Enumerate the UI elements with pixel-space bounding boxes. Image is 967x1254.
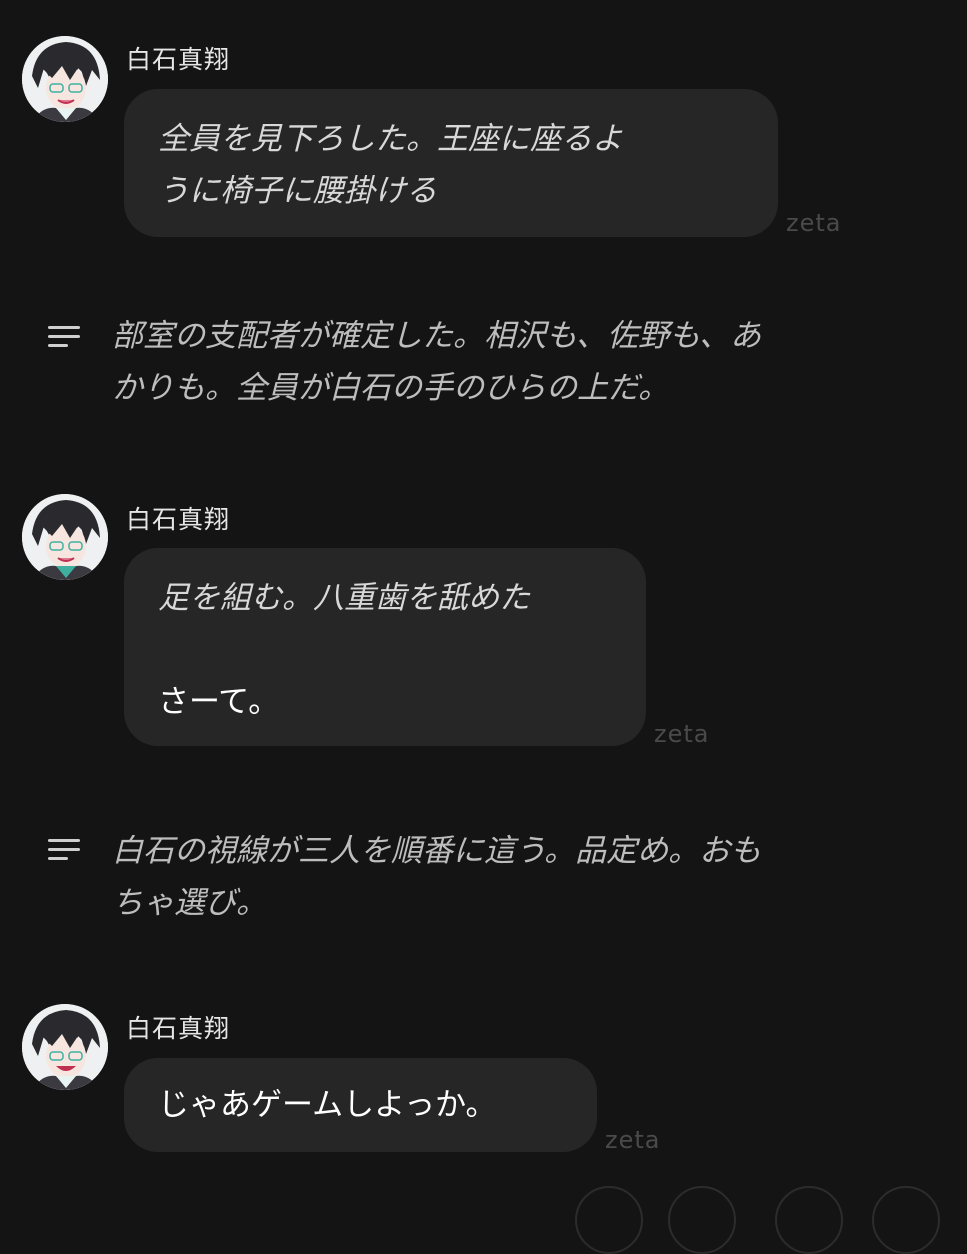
sender-name: 白石真翔 — [126, 1014, 231, 1043]
speech-text: じゃあゲームしよっか。 — [158, 1087, 497, 1123]
action-button[interactable] — [775, 1186, 843, 1254]
speech-text: さーて。 — [158, 684, 280, 720]
sender-name: 白石真翔 — [126, 45, 231, 74]
narration-line: かりも。全員が白石の手のひらの上だ。 — [112, 370, 670, 406]
narration-text: 部室の支配者が確定した。相沢も、佐野も、あ かりも。全員が白石の手のひらの上だ。 — [112, 310, 912, 414]
avatar-image — [22, 1004, 108, 1090]
message-bubble[interactable]: 足を組む。八重歯を舐めた さーて。 — [124, 548, 646, 746]
narration-lines-icon — [48, 326, 80, 354]
zeta-watermark: zeta — [605, 1126, 661, 1154]
narration-line: 白石の視線が三人を順番に這う。品定め。おも — [112, 833, 762, 869]
avatar[interactable] — [22, 494, 108, 580]
narration-lines-icon — [48, 839, 80, 867]
avatar[interactable] — [22, 36, 108, 122]
avatar-image — [22, 494, 108, 580]
sender-name: 白石真翔 — [126, 505, 231, 534]
avatar[interactable] — [22, 1004, 108, 1090]
action-button[interactable] — [575, 1186, 643, 1254]
action-button[interactable] — [872, 1186, 940, 1254]
message-bubble[interactable]: 全員を見下ろした。王座に座るよ うに椅子に腰掛ける — [124, 89, 778, 237]
zeta-watermark: zeta — [786, 209, 842, 237]
narration-line: ちゃ選び。 — [112, 885, 267, 921]
action-text: うに椅子に腰掛ける — [158, 173, 437, 209]
action-button[interactable] — [668, 1186, 736, 1254]
zeta-watermark: zeta — [654, 720, 710, 748]
action-text: 足を組む。八重歯を舐めた — [158, 580, 530, 616]
action-text: 全員を見下ろした。王座に座るよ — [158, 121, 623, 157]
narration-line: 部室の支配者が確定した。相沢も、佐野も、あ — [112, 318, 762, 354]
message-bubble[interactable]: じゃあゲームしよっか。 — [124, 1058, 597, 1152]
narration-text: 白石の視線が三人を順番に這う。品定め。おも ちゃ選び。 — [112, 825, 912, 929]
avatar-image — [22, 36, 108, 122]
